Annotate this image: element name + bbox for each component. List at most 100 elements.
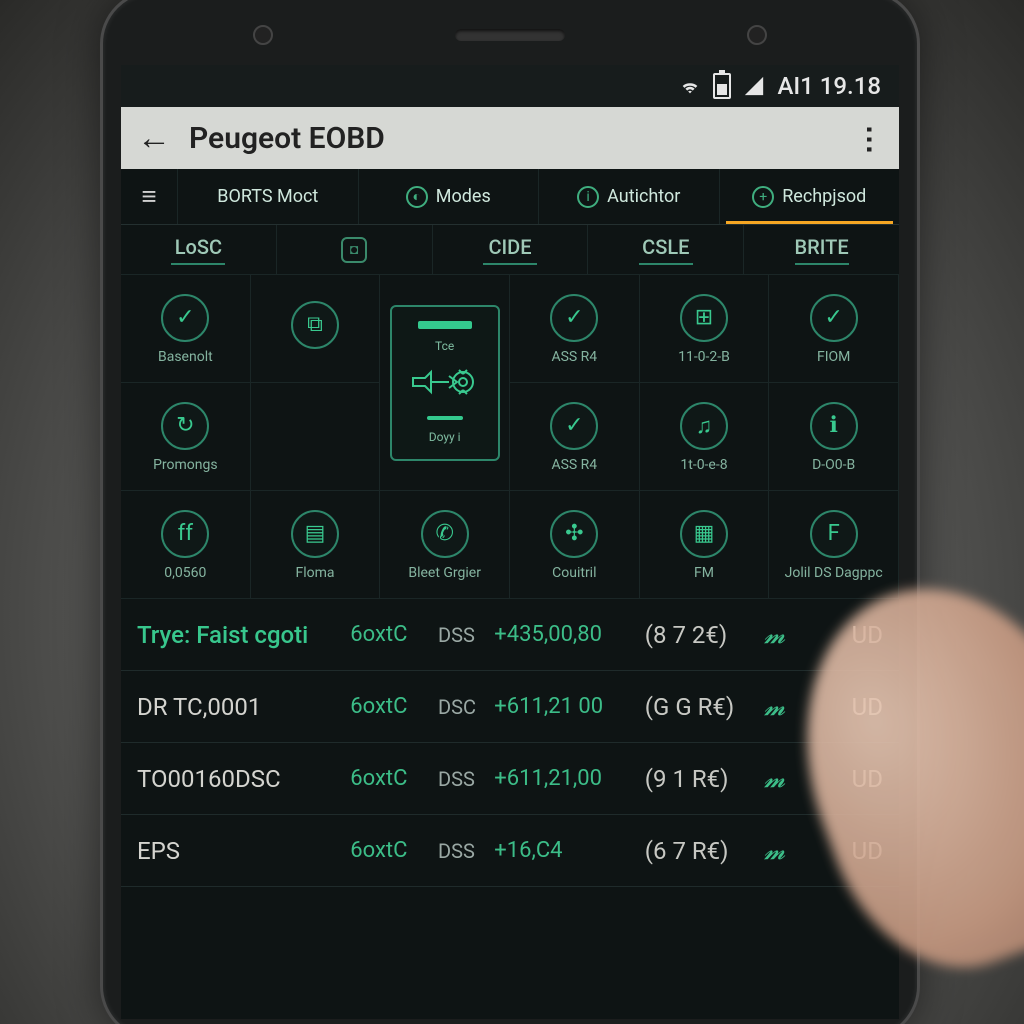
category-label: BRITE	[795, 235, 849, 259]
module-11028[interactable]: ⊞ 11-0-2-B	[640, 275, 770, 383]
row-value: +611,21 00	[494, 694, 641, 719]
module-couitril[interactable]: ✣ Couitril	[510, 491, 640, 599]
panel-icon: ⧉	[291, 301, 339, 349]
module-assr4-b[interactable]: ✓ ASS R4	[510, 383, 640, 491]
category-label: CIDE	[488, 235, 531, 259]
hamburger-menu-button[interactable]: ≡	[121, 169, 177, 224]
screen: AI1 19.18 ← Peugeot EOBD ⋯ ≡ BORTS Moct …	[121, 65, 899, 1019]
list-row[interactable]: DR TC,0001 6oxtC DSC +611,21 00 (G G R€)…	[121, 671, 899, 743]
module-engine[interactable]: Tce Doyy i	[380, 275, 510, 491]
module-grid: ✓ Basenolt ⧉ Tce Doyy i ✓ ASS R4 ⊞ 11-0-2-B…	[121, 275, 899, 599]
module-label: Couitril	[552, 566, 596, 580]
row-name: Trye: Faist cgoti	[137, 621, 346, 649]
module-1t0e8[interactable]: ♫ 1t-0-e-8	[640, 383, 770, 491]
module-fiom[interactable]: ✓ FIOM	[769, 275, 899, 383]
category-csle[interactable]: CSLE	[587, 225, 743, 274]
row-unit: 6oxtC	[350, 766, 434, 791]
module-label: ASS R4	[551, 458, 597, 472]
row-unit: 6oxtC	[350, 838, 434, 863]
module-label: 0,0560	[164, 566, 206, 580]
battery-icon	[713, 73, 731, 99]
audio-icon: ♫	[680, 402, 728, 450]
module-label: 11-0-2-B	[678, 350, 730, 364]
check-icon: ✓	[810, 294, 858, 342]
category-losc[interactable]: LoSC	[121, 225, 276, 274]
module-label: ASS R4	[551, 350, 597, 364]
phone-icon: ✆	[421, 510, 469, 558]
row-range: (9 1 R€)	[645, 765, 760, 793]
phone-speaker	[455, 29, 565, 41]
module-promongs[interactable]: ↻Promongs	[121, 383, 251, 491]
data-list: Trye: Faist cgoti 6oxtC DSS +435,00,80 (…	[121, 599, 899, 1019]
row-name: EPS	[137, 837, 346, 865]
spark-icon: 𝓶	[764, 621, 816, 649]
check-icon: ✓	[550, 402, 598, 450]
module-floma[interactable]: ▤Floma	[251, 491, 381, 599]
tab-modes[interactable]: ◐ Modes	[358, 169, 539, 224]
tab-rechpjsod[interactable]: + Rechpjsod	[719, 169, 900, 224]
row-value: +435,00,80	[494, 622, 641, 647]
app-title: Peugeot EOBD	[189, 121, 837, 156]
row-tag: DSS	[438, 839, 490, 863]
category-brite[interactable]: BRITE	[743, 225, 899, 274]
module-basenolt[interactable]: ✓ Basenolt	[121, 275, 251, 383]
category-cide[interactable]: CIDE	[432, 225, 588, 274]
engine-icon	[405, 362, 485, 406]
engine-label-top: Tce	[435, 339, 454, 353]
row-tag: DSS	[438, 623, 490, 647]
row-name: DR TC,0001	[137, 693, 346, 721]
list-row[interactable]: Trye: Faist cgoti 6oxtC DSS +435,00,80 (…	[121, 599, 899, 671]
tab-borts[interactable]: BORTS Moct	[177, 169, 358, 224]
autichtor-icon: i	[577, 186, 599, 208]
module-d00b[interactable]: ℹD-O0-B	[769, 383, 899, 491]
tab-label: Rechpjsod	[782, 186, 866, 207]
module-label: Jolil DS Dagppc	[785, 566, 883, 580]
module-bleet[interactable]: ✆ Bleet Grgier	[380, 491, 510, 599]
module-label: Floma	[295, 566, 334, 580]
tab-bar: ≡ BORTS Moct ◐ Modes i Autichtor + Rechp…	[121, 169, 899, 225]
row-value: +611,21,00	[494, 766, 641, 791]
list-row[interactable]: TO00160DSC 6oxtC DSS +611,21,00 (9 1 R€)…	[121, 743, 899, 815]
module-assr4-a[interactable]: ✓ ASS R4	[510, 275, 640, 383]
row-range: (G G R€)	[645, 693, 760, 721]
module-00560[interactable]: ff0,0560	[121, 491, 251, 599]
wifi-icon	[679, 75, 701, 97]
row-tag: DSS	[438, 767, 490, 791]
front-camera-left	[253, 25, 273, 45]
category-shield[interactable]: ◘	[276, 225, 432, 274]
overflow-menu-button[interactable]: ⋯	[852, 124, 887, 152]
module-label: Bleet Grgier	[408, 566, 481, 580]
refresh-icon: ↻	[161, 402, 209, 450]
phone-frame: AI1 19.18 ← Peugeot EOBD ⋯ ≡ BORTS Moct …	[100, 0, 920, 1024]
row-range: (6 7 R€)	[645, 837, 760, 865]
list-row[interactable]: EPS 6oxtC DSS +16,C4 (6 7 R€) 𝓶 UD	[121, 815, 899, 887]
status-clock: AI1 19.18	[777, 72, 881, 100]
signal-icon	[743, 75, 765, 97]
check-icon: ✓	[161, 294, 209, 342]
module-label: FIOM	[817, 350, 850, 364]
modes-icon: ◐	[406, 186, 428, 208]
status-bar: AI1 19.18	[121, 65, 899, 107]
flag-icon: F	[810, 510, 858, 558]
plus-icon: +	[752, 186, 774, 208]
gear-icon: ✣	[550, 510, 598, 558]
check-icon: ✓	[550, 294, 598, 342]
row-value: +16,C4	[494, 838, 641, 863]
module-label: 1t-0-e-8	[680, 458, 727, 472]
module-spacer	[251, 383, 381, 491]
engine-diagram: Tce Doyy i	[390, 305, 500, 461]
row-unit: 6oxtC	[350, 622, 434, 647]
tab-autichtor[interactable]: i Autichtor	[538, 169, 719, 224]
row-unit: 6oxtC	[350, 694, 434, 719]
module-panel[interactable]: ⧉	[251, 275, 381, 383]
row-range: (8 7 2€)	[645, 621, 760, 649]
back-button[interactable]: ←	[137, 118, 171, 158]
grid-icon: ⊞	[680, 294, 728, 342]
engine-label-bottom: Doyy i	[429, 430, 461, 444]
category-row: LoSC ◘ CIDE CSLE BRITE	[121, 225, 899, 275]
module-label: Basenolt	[158, 350, 213, 364]
info-icon: ℹ	[810, 402, 858, 450]
module-fm[interactable]: ▦FM	[640, 491, 770, 599]
module-jolilds[interactable]: F Jolil DS Dagppc	[769, 491, 899, 599]
row-name: TO00160DSC	[137, 765, 346, 793]
